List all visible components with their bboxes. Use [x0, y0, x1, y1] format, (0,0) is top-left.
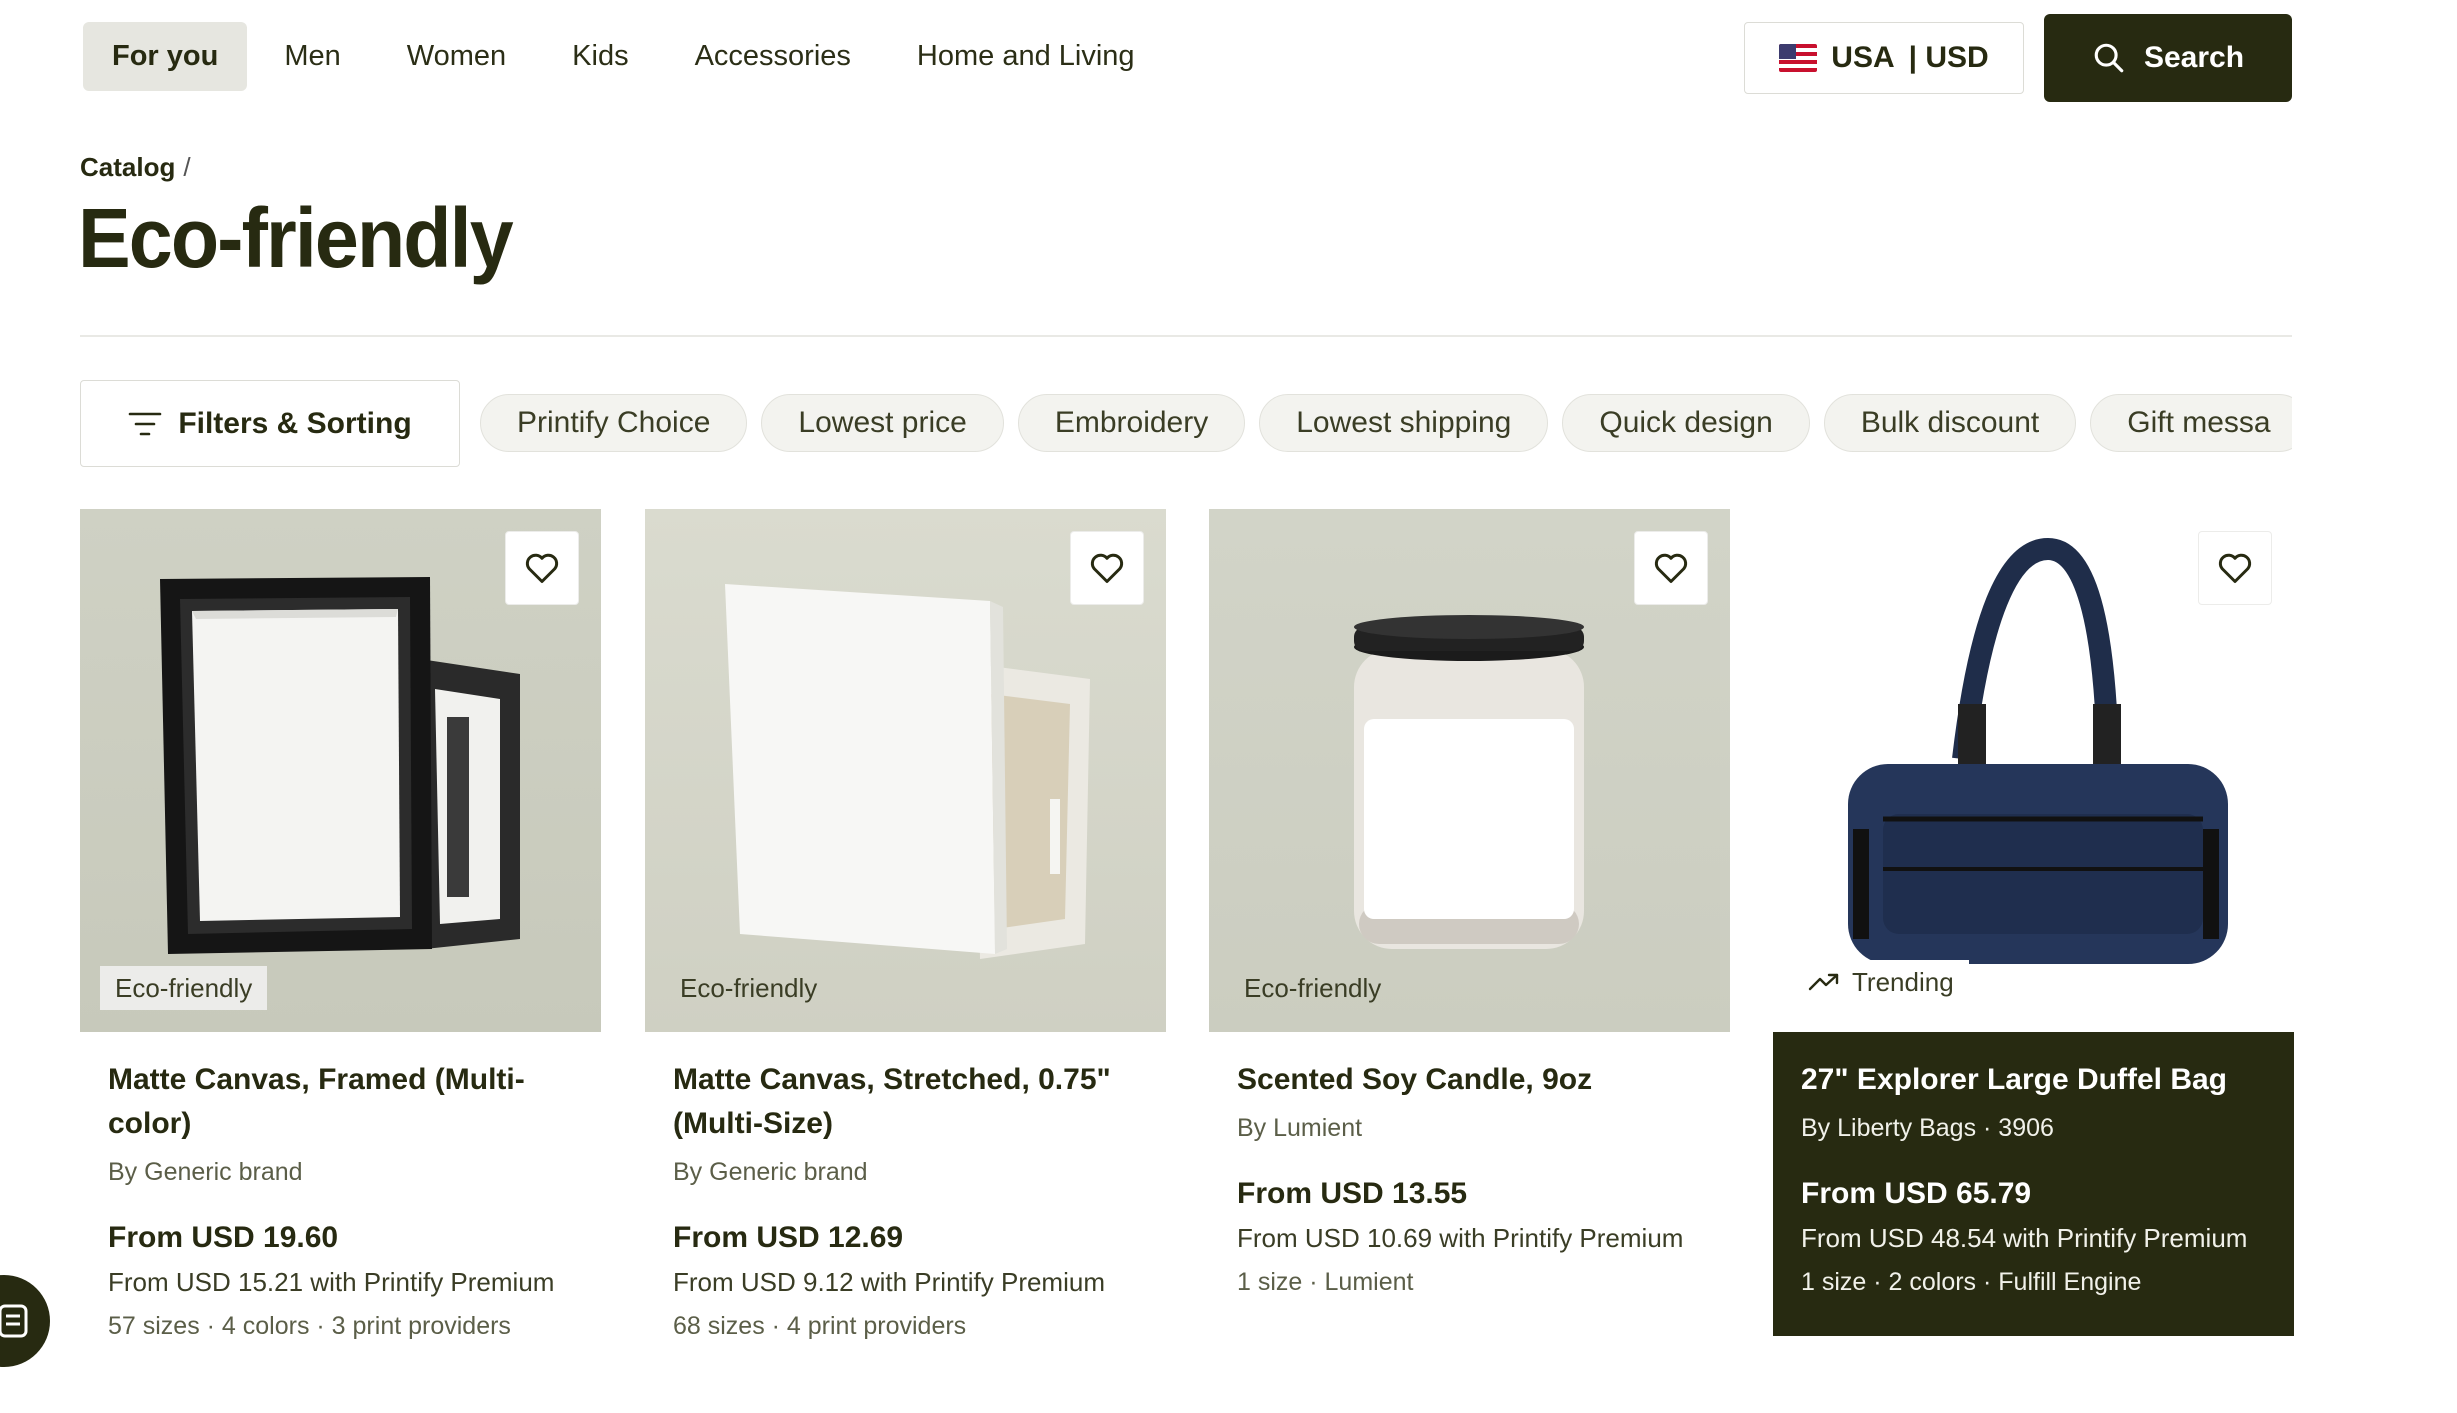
product-meta: 57 sizes · 4 colors · 3 print providers — [108, 1312, 511, 1340]
eco-friendly-tag: Eco-friendly — [665, 966, 832, 1010]
eco-friendly-tag: Eco-friendly — [1229, 966, 1396, 1010]
product-card[interactable]: Eco-friendly Matte Canvas, Stretched, 0.… — [645, 509, 1166, 1361]
favorite-button[interactable] — [1070, 531, 1144, 605]
chat-button[interactable] — [0, 1275, 50, 1367]
product-card[interactable]: Trending 27" Explorer Large Duffel Bag B… — [1773, 509, 2294, 1336]
product-price: From USD 13.55 — [1237, 1177, 1468, 1210]
filter-lines-icon — [129, 412, 162, 435]
tag-label: Eco-friendly — [1244, 972, 1382, 1003]
nav-item-kids[interactable]: Kids — [543, 22, 657, 91]
heart-icon — [1090, 553, 1124, 583]
search-button[interactable]: Search — [2044, 14, 2292, 102]
product-brand: By Liberty Bags · 3906 — [1801, 1114, 2054, 1142]
favorite-button[interactable] — [1634, 531, 1708, 605]
eco-friendly-tag: Eco-friendly — [100, 966, 268, 1010]
product-image[interactable]: Eco-friendly — [80, 509, 601, 1032]
filter-chips-scroller: Printify Choice Lowest price Embroidery … — [480, 394, 2292, 454]
chip-lowest-shipping[interactable]: Lowest shipping — [1259, 394, 1549, 452]
tag-label: Eco-friendly — [115, 972, 253, 1003]
product-brand: By Lumient — [1237, 1114, 1363, 1142]
favorite-button[interactable] — [505, 531, 579, 605]
chip-bulk-discount[interactable]: Bulk discount — [1823, 394, 2077, 452]
premium-price: From USD 15.21 with Printify Premium — [108, 1267, 555, 1297]
product-price: From USD 19.60 — [108, 1221, 339, 1254]
chip-printify-choice[interactable]: Printify Choice — [480, 394, 748, 452]
premium-price: From USD 9.12 with Printify Premium — [673, 1267, 1105, 1297]
premium-price: From USD 10.69 with Printify Premium — [1237, 1223, 1684, 1253]
product-image[interactable]: Eco-friendly — [1209, 509, 1730, 1032]
chip-embroidery[interactable]: Embroidery — [1017, 394, 1246, 452]
chip-gift-message[interactable]: Gift messa — [2090, 394, 2292, 452]
search-icon — [2094, 43, 2124, 73]
product-info: Matte Canvas, Framed (Multi-color) By Ge… — [80, 1032, 601, 1361]
product-meta: 1 size · 2 colors · Fulfill Engine — [1801, 1268, 2142, 1296]
product-name[interactable]: 27" Explorer Large Duffel Bag — [1801, 1058, 2266, 1102]
us-flag-icon — [1779, 44, 1818, 72]
premium-price: From USD 48.54 with Printify Premium — [1801, 1223, 2248, 1253]
nav-item-home-and-living[interactable]: Home and Living — [888, 22, 1164, 91]
top-nav: For you Men Women Kids Accessories Home … — [83, 22, 1164, 91]
product-name[interactable]: Matte Canvas, Framed (Multi-color) — [108, 1058, 573, 1146]
chat-icon — [0, 1304, 28, 1338]
heart-icon — [1654, 553, 1688, 583]
header-divider — [80, 335, 2292, 337]
product-price: From USD 12.69 — [673, 1221, 904, 1254]
chip-quick-design[interactable]: Quick design — [1562, 394, 1810, 452]
product-image[interactable]: Eco-friendly — [645, 509, 1166, 1032]
product-info: Matte Canvas, Stretched, 0.75" (Multi-Si… — [645, 1032, 1166, 1361]
breadcrumb-separator: / — [183, 152, 191, 182]
nav-item-accessories[interactable]: Accessories — [666, 22, 880, 91]
locale-country: USA — [1831, 41, 1895, 74]
product-brand: By Generic brand — [673, 1158, 868, 1186]
breadcrumb-catalog-link[interactable]: Catalog — [80, 152, 175, 183]
product-info: Scented Soy Candle, 9oz By Lumient From … — [1209, 1032, 1730, 1317]
filters-sorting-label: Filters & Sorting — [178, 406, 412, 440]
product-name[interactable]: Scented Soy Candle, 9oz — [1237, 1058, 1702, 1102]
page-title: Eco-friendly — [78, 191, 514, 285]
product-card[interactable]: Eco-friendly Scented Soy Candle, 9oz By … — [1209, 509, 1730, 1317]
locale-currency: | USD — [1908, 41, 1989, 74]
tag-label: Trending — [1852, 966, 1954, 997]
product-brand: By Generic brand — [108, 1158, 303, 1186]
trending-tag: Trending — [1793, 960, 1969, 1004]
search-button-label: Search — [2143, 41, 2245, 74]
breadcrumb: Catalog / — [80, 152, 191, 183]
heart-icon — [2218, 553, 2252, 583]
product-image[interactable]: Trending — [1773, 509, 2294, 1032]
locale-selector[interactable]: USA | USD — [1744, 22, 2024, 94]
trending-up-icon — [1808, 973, 1839, 991]
heart-icon — [525, 553, 559, 583]
filters-sorting-button[interactable]: Filters & Sorting — [80, 380, 460, 467]
product-info: 27" Explorer Large Duffel Bag By Liberty… — [1773, 1032, 2294, 1336]
tag-label: Eco-friendly — [680, 972, 818, 1003]
product-price: From USD 65.79 — [1801, 1177, 2032, 1210]
nav-item-for-you[interactable]: For you — [83, 22, 248, 91]
favorite-button[interactable] — [2198, 531, 2272, 605]
product-card[interactable]: Eco-friendly Matte Canvas, Framed (Multi… — [80, 509, 601, 1361]
product-meta: 1 size · Lumient — [1237, 1268, 1414, 1296]
nav-item-men[interactable]: Men — [255, 22, 369, 91]
product-meta: 68 sizes · 4 print providers — [673, 1312, 967, 1340]
product-name[interactable]: Matte Canvas, Stretched, 0.75" (Multi-Si… — [673, 1058, 1138, 1146]
chip-lowest-price[interactable]: Lowest price — [761, 394, 1004, 452]
nav-item-women[interactable]: Women — [378, 22, 535, 91]
